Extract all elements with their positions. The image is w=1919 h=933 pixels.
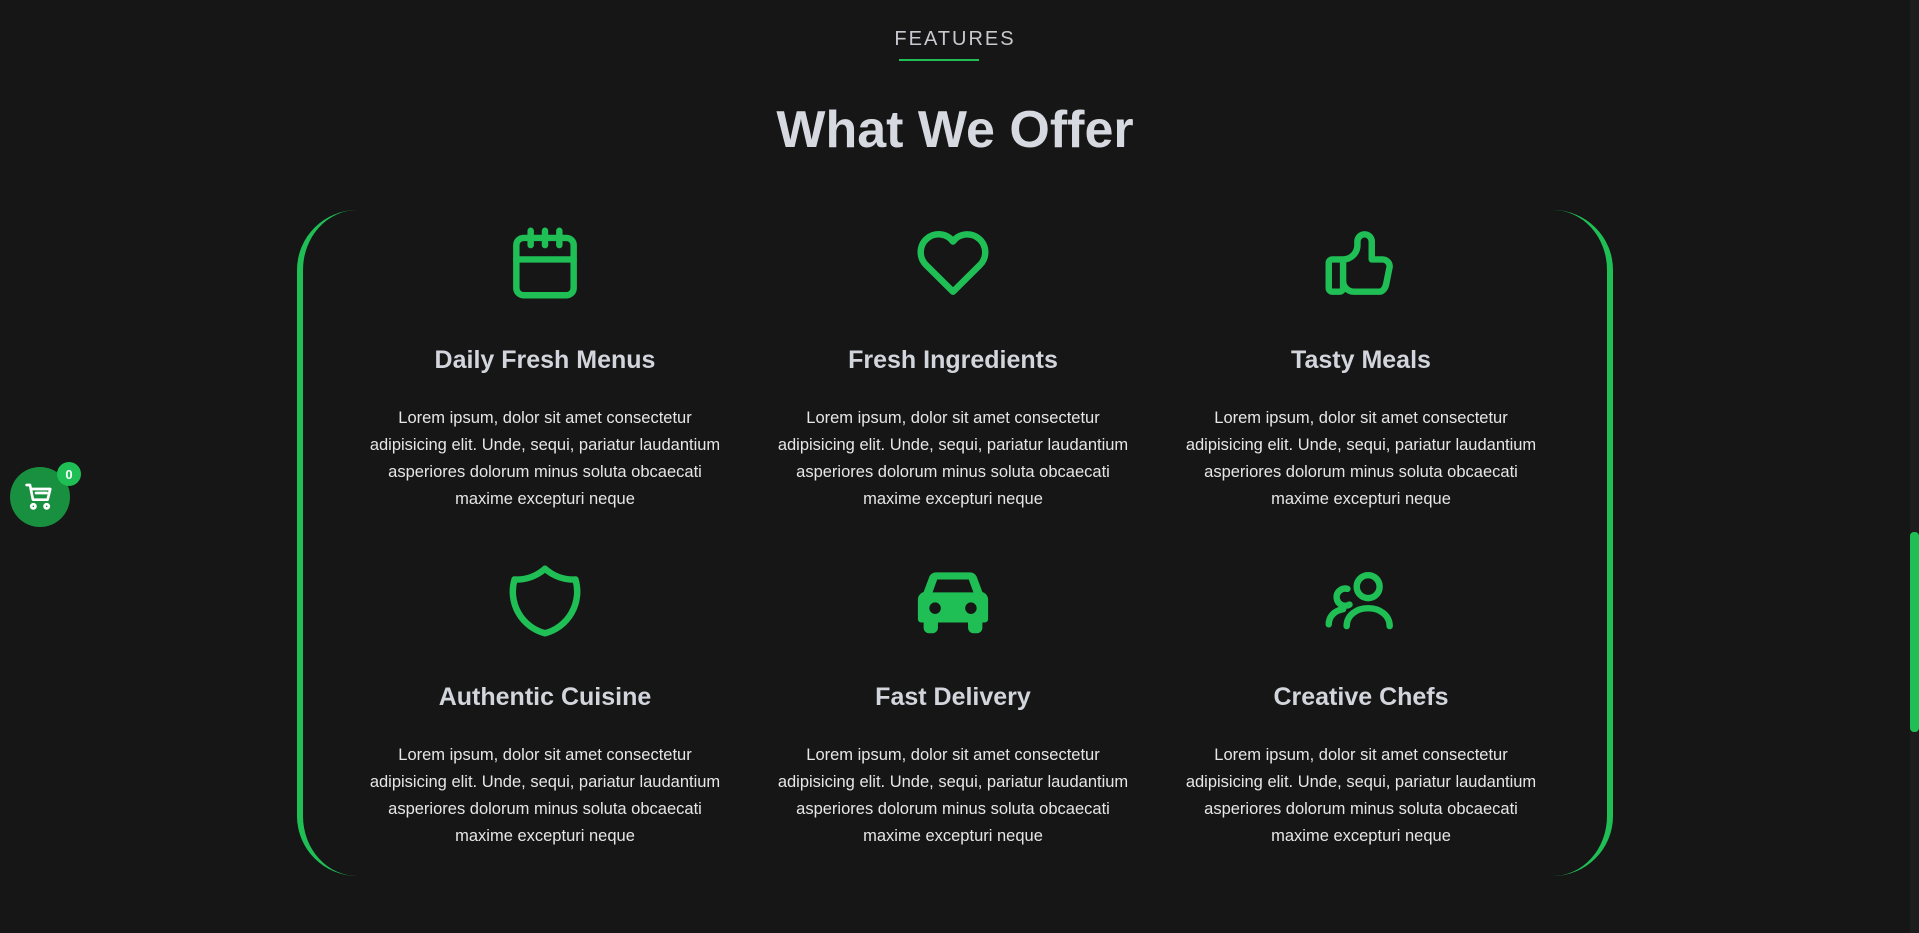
feature-title: Tasty Meals	[1291, 346, 1431, 374]
feature-title: Authentic Cuisine	[438, 683, 652, 711]
cart-icon	[25, 483, 52, 510]
eyebrow-underline	[899, 59, 979, 61]
calendar-icon	[513, 227, 577, 299]
scrollbar-thumb[interactable]	[1910, 532, 1919, 732]
shield-icon	[509, 565, 581, 637]
features-grid: Daily Fresh Menus Lorem ipsum, dolor sit…	[341, 220, 1565, 860]
feature-card-fast-delivery: Fast Delivery Lorem ipsum, dolor sit ame…	[749, 558, 1157, 860]
feature-title: Fresh Ingredients	[848, 346, 1058, 374]
section-heading: What We Offer	[776, 101, 1134, 159]
heart-icon	[917, 231, 989, 295]
feature-title: Daily Fresh Menus	[434, 346, 656, 374]
cart-count-badge: 0	[57, 462, 81, 486]
feature-card-authentic-cuisine: Authentic Cuisine Lorem ipsum, dolor sit…	[341, 558, 749, 860]
car-icon	[917, 572, 989, 634]
feature-description: Lorem ipsum, dolor sit amet consectetur …	[777, 746, 1129, 845]
feature-card-tasty-meals: Tasty Meals Lorem ipsum, dolor sit amet …	[1157, 220, 1565, 558]
feature-description: Lorem ipsum, dolor sit amet consectetur …	[1185, 746, 1537, 845]
section-eyebrow: FEATURES	[894, 28, 1016, 50]
page-scrollbar[interactable]	[1910, 0, 1919, 933]
feature-card-creative-chefs: Creative Chefs Lorem ipsum, dolor sit am…	[1157, 558, 1565, 860]
feature-card-daily-fresh-menus: Daily Fresh Menus Lorem ipsum, dolor sit…	[341, 220, 749, 558]
feature-title: Fast Delivery	[875, 683, 1031, 711]
page: FEATURES What We Offer Daily Fresh Menus…	[0, 0, 1919, 933]
feature-card-fresh-ingredients: Fresh Ingredients Lorem ipsum, dolor sit…	[749, 220, 1157, 558]
feature-description: Lorem ipsum, dolor sit amet consectetur …	[369, 409, 721, 508]
feature-description: Lorem ipsum, dolor sit amet consectetur …	[1185, 409, 1537, 508]
feature-description: Lorem ipsum, dolor sit amet consectetur …	[369, 746, 721, 845]
users-icon	[1325, 571, 1393, 630]
thumbs-up-icon	[1325, 231, 1393, 295]
feature-title: Creative Chefs	[1273, 683, 1449, 711]
feature-description: Lorem ipsum, dolor sit amet consectetur …	[777, 409, 1129, 508]
